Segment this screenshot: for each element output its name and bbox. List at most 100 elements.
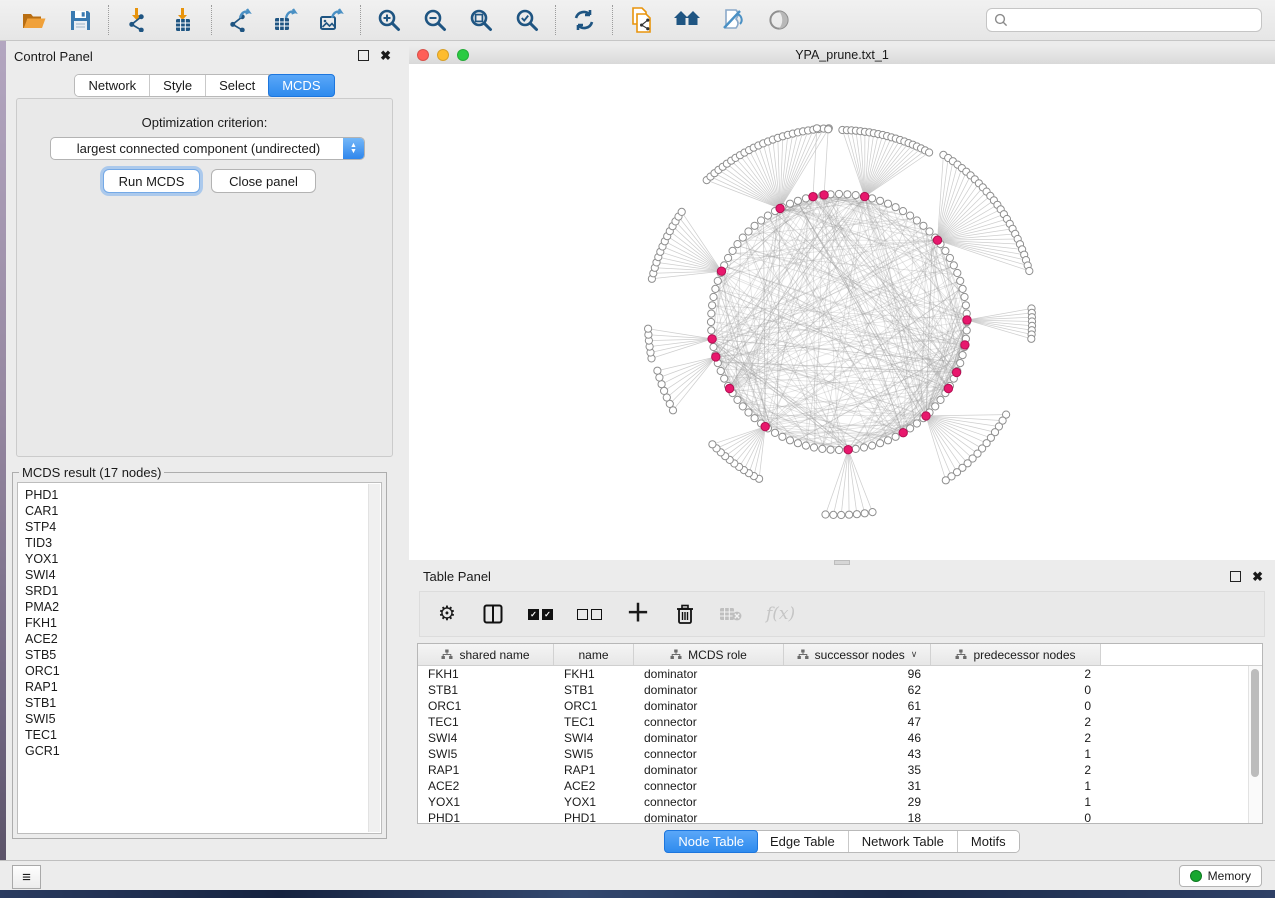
mcds-result-item[interactable]: TEC1: [25, 727, 381, 743]
mcds-result-item[interactable]: GCR1: [25, 743, 381, 759]
table-scrollbar[interactable]: [1248, 666, 1262, 823]
zoom-out-icon[interactable]: [420, 6, 450, 34]
deselect-all-icon[interactable]: [577, 601, 602, 627]
table-row[interactable]: PHD1PHD1dominator180: [418, 810, 1249, 824]
close-panel-icon[interactable]: ✖: [380, 51, 391, 61]
table-row[interactable]: RAP1RAP1dominator352: [418, 762, 1249, 778]
network-graph[interactable]: [409, 64, 1275, 560]
table-scrollbar-thumb[interactable]: [1251, 669, 1259, 777]
search-input[interactable]: [1012, 10, 1261, 30]
mcds-result-list[interactable]: PHD1CAR1STP4TID3YOX1SWI4SRD1PMA2FKH1ACE2…: [17, 482, 382, 834]
mcds-result-item[interactable]: CAR1: [25, 503, 381, 519]
import-table-icon[interactable]: [168, 6, 198, 34]
run-mcds-button[interactable]: Run MCDS: [103, 169, 200, 193]
toolbar-icon-groups: [6, 5, 807, 35]
float-panel-icon[interactable]: [1230, 571, 1241, 582]
table-row[interactable]: YOX1YOX1connector291: [418, 794, 1249, 810]
delete-column-icon[interactable]: [674, 601, 696, 627]
tab-mcds[interactable]: MCDS: [268, 74, 334, 97]
table-row[interactable]: ORC1ORC1dominator610: [418, 698, 1249, 714]
search-box: [986, 8, 1262, 32]
table-cell: connector: [634, 779, 784, 793]
tab-motifs[interactable]: Motifs: [958, 831, 1019, 852]
delete-table-icon: [720, 601, 742, 627]
mcds-result-item[interactable]: RAP1: [25, 679, 381, 695]
mcds-result-item[interactable]: SRD1: [25, 583, 381, 599]
table-row[interactable]: STB1STB1dominator620: [418, 682, 1249, 698]
mcds-result-item[interactable]: ORC1: [25, 663, 381, 679]
table-cell: RAP1: [418, 763, 554, 777]
table-row[interactable]: SWI4SWI4dominator462: [418, 730, 1249, 746]
column-header-successor-nodes[interactable]: successor nodes∨: [784, 644, 931, 665]
close-panel-button[interactable]: Close panel: [211, 169, 316, 193]
tab-network[interactable]: Network: [75, 75, 150, 96]
column-label: name: [578, 648, 608, 662]
network-canvas[interactable]: [409, 64, 1275, 560]
home-icon[interactable]: [672, 6, 702, 34]
table-row[interactable]: TEC1TEC1connector472: [418, 714, 1249, 730]
column-header-shared-name[interactable]: shared name: [418, 644, 554, 665]
panel-menu-button[interactable]: ≡: [12, 865, 41, 889]
optimization-criterion-dropdown[interactable]: largest connected component (undirected)…: [50, 137, 365, 160]
mcds-list-scrollbar[interactable]: [368, 484, 380, 832]
table-cell: 18: [784, 811, 931, 824]
mcds-result-item[interactable]: STB1: [25, 695, 381, 711]
table-row[interactable]: FKH1FKH1dominator962: [418, 666, 1249, 682]
select-all-icon[interactable]: ✓✓: [528, 601, 553, 627]
table-cell: 29: [784, 795, 931, 809]
mcds-result-item[interactable]: ACE2: [25, 631, 381, 647]
document-network-icon[interactable]: [626, 6, 656, 34]
mcds-result-title: MCDS result (17 nodes): [19, 465, 164, 480]
table-cell: 46: [784, 731, 931, 745]
mcds-result-item[interactable]: PMA2: [25, 599, 381, 615]
export-image-icon[interactable]: [317, 6, 347, 34]
tab-select[interactable]: Select: [206, 75, 269, 96]
column-layout-icon[interactable]: [482, 601, 504, 627]
export-table-icon[interactable]: [271, 6, 301, 34]
search-icon: [994, 13, 1008, 27]
control-panel-title: Control Panel: [14, 49, 93, 64]
control-panel-tabs: NetworkStyleSelectMCDS: [6, 74, 403, 97]
zoom-selected-icon[interactable]: [512, 6, 542, 34]
table-cell: TEC1: [554, 715, 634, 729]
mcds-result-item[interactable]: YOX1: [25, 551, 381, 567]
mcds-result-item[interactable]: SWI4: [25, 567, 381, 583]
table-cell: 96: [784, 667, 931, 681]
tab-edge-table[interactable]: Edge Table: [757, 831, 849, 852]
table-row[interactable]: ACE2ACE2connector311: [418, 778, 1249, 794]
column-header-name[interactable]: name: [554, 644, 634, 665]
sort-combo-icon[interactable]: ∨: [911, 649, 918, 660]
close-panel-icon[interactable]: ✖: [1252, 572, 1263, 582]
mcds-result-item[interactable]: SWI5: [25, 711, 381, 727]
node-table-body: FKH1FKH1dominator962STB1STB1dominator620…: [418, 666, 1249, 823]
toolbar-group: [212, 6, 360, 34]
zoom-in-icon[interactable]: [374, 6, 404, 34]
tab-network-table[interactable]: Network Table: [849, 831, 958, 852]
add-column-icon[interactable]: ＋: [626, 601, 650, 627]
memory-button[interactable]: Memory: [1179, 865, 1262, 887]
export-network-icon[interactable]: [225, 6, 255, 34]
mcds-result-item[interactable]: FKH1: [25, 615, 381, 631]
save-session-icon[interactable]: [65, 6, 95, 34]
float-panel-icon[interactable]: [358, 50, 369, 61]
settings-gear-icon[interactable]: ⚙: [436, 601, 458, 627]
table-panel-title: Table Panel: [423, 569, 491, 584]
mcds-result-item[interactable]: TID3: [25, 535, 381, 551]
zoom-fit-icon[interactable]: [466, 6, 496, 34]
mcds-result-item[interactable]: PHD1: [25, 487, 381, 503]
column-header-predecessor-nodes[interactable]: predecessor nodes: [931, 644, 1101, 665]
mcds-result-item[interactable]: STB5: [25, 647, 381, 663]
control-panel-window-buttons: ✖: [358, 50, 391, 61]
main-toolbar: [0, 0, 1275, 41]
open-session-icon[interactable]: [19, 6, 49, 34]
tab-style[interactable]: Style: [150, 75, 206, 96]
mcds-result-item[interactable]: STP4: [25, 519, 381, 535]
annotation-toggle-icon[interactable]: [718, 6, 748, 34]
eye-icon[interactable]: [764, 6, 794, 34]
column-header-MCDS-role[interactable]: MCDS role: [634, 644, 784, 665]
tab-node-table[interactable]: Node Table: [664, 830, 758, 853]
table-row[interactable]: SWI5SWI5connector431: [418, 746, 1249, 762]
import-network-icon[interactable]: [122, 6, 152, 34]
network-window-titlebar[interactable]: YPA_prune.txt_1: [409, 45, 1275, 65]
refresh-layout-icon[interactable]: [569, 6, 599, 34]
